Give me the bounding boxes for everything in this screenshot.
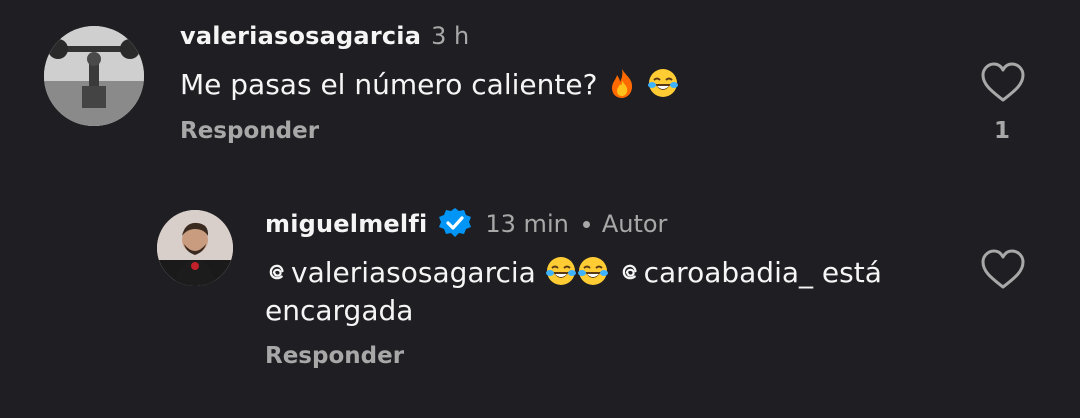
tears-of-joy-emoji: [577, 257, 608, 285]
author-badge: Autor: [601, 210, 668, 238]
threads-mention-icon: [622, 264, 637, 280]
fire-emoji: [612, 69, 633, 98]
mention-valeriasosagarcia[interactable]: valeriasosagarcia: [265, 256, 536, 289]
comment-meta: valeriasosagarcia 3 h: [180, 18, 469, 54]
comment: valeriasosagarcia 3 h Me pasas el número…: [0, 0, 1080, 190]
verified-badge-icon: [439, 208, 472, 237]
separator-dot: [582, 220, 590, 228]
reply-button[interactable]: Responder: [180, 118, 319, 144]
username[interactable]: miguelmelfi: [265, 210, 427, 238]
threads-mention-icon: [269, 264, 284, 280]
comment-text: valeriasosagarcia caroabadia_ está encar…: [265, 254, 945, 330]
comments-thread: valeriasosagarcia 3 h Me pasas el número…: [0, 0, 1080, 418]
comment-text: Me pasas el número caliente?: [180, 66, 679, 104]
mention-caroabadia[interactable]: caroabadia_: [618, 256, 813, 289]
timestamp: 3 h: [431, 22, 470, 50]
mention-text[interactable]: valeriasosagarcia: [291, 256, 536, 289]
avatar[interactable]: [44, 26, 144, 126]
tears-of-joy-emoji: [545, 257, 576, 285]
like-count[interactable]: 1: [992, 118, 1012, 144]
mention-text[interactable]: caroabadia_: [644, 256, 813, 289]
reply-button[interactable]: Responder: [265, 343, 404, 369]
comment-body: Me pasas el número caliente?: [180, 68, 607, 101]
heart-outline-icon[interactable]: [980, 248, 1026, 290]
heart-outline-icon[interactable]: [980, 61, 1026, 103]
avatar[interactable]: [157, 210, 233, 286]
comment-reply: miguelmelfi 13 min Autor valeriasosagarc…: [0, 190, 1080, 418]
tears-of-joy-emoji: [648, 69, 679, 97]
username[interactable]: valeriasosagarcia: [180, 22, 421, 50]
comment-meta: miguelmelfi 13 min Autor: [265, 204, 667, 244]
timestamp: 13 min: [485, 210, 569, 238]
